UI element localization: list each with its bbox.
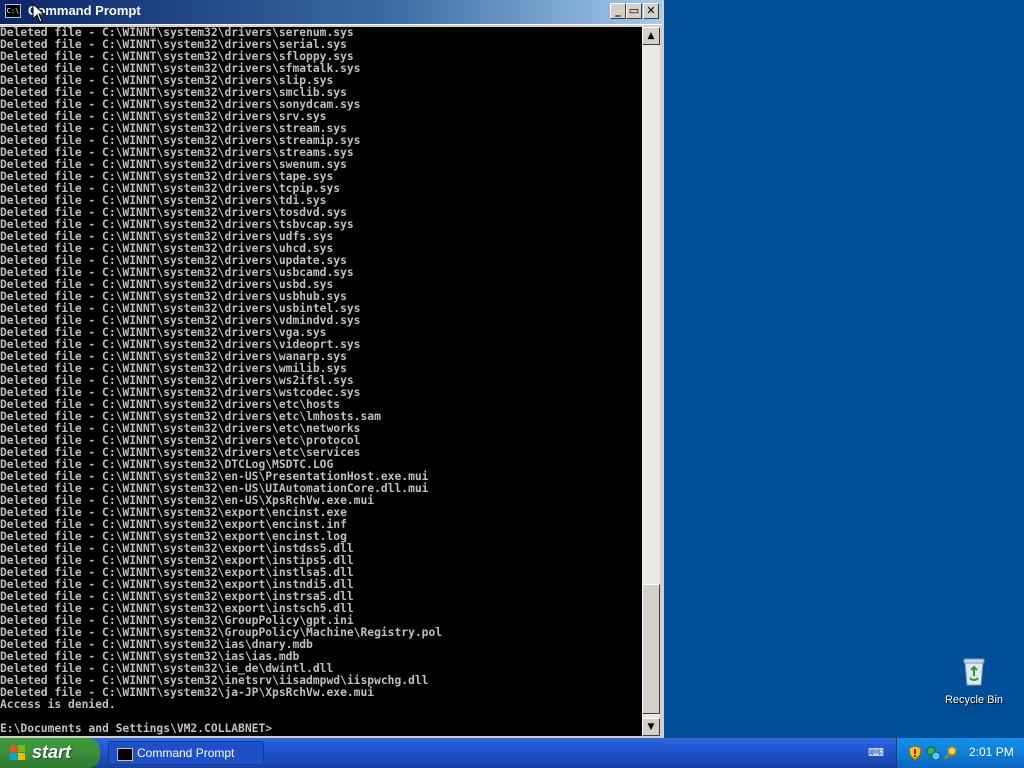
windows-logo-icon: [10, 745, 25, 760]
close-button[interactable]: ✕: [643, 3, 659, 19]
command-prompt-line[interactable]: E:\Documents and Settings\VM2.COLLABNET>: [0, 723, 642, 735]
system-tray: 2:01 PM: [896, 738, 1024, 768]
taskbar-button-command-prompt[interactable]: Command Prompt: [108, 741, 264, 765]
taskbar-button-label: Command Prompt: [137, 746, 235, 760]
vertical-scrollbar[interactable]: ▲ ▼: [642, 27, 660, 736]
minimize-button[interactable]: _: [610, 3, 626, 19]
desktop: C:\ Command Prompt _ ▭ ✕ Deleted file - …: [0, 0, 1024, 738]
console-lines: Deleted file - C:\WINNT\system32\drivers…: [0, 27, 642, 735]
mouse-cursor-icon: [32, 3, 46, 23]
command-prompt-window[interactable]: C:\ Command Prompt _ ▭ ✕ Deleted file - …: [0, 0, 664, 738]
window-title-bar[interactable]: C:\ Command Prompt _ ▭ ✕: [0, 0, 662, 25]
console-line: Access is denied.: [0, 698, 116, 711]
scroll-down-button[interactable]: ▼: [642, 718, 660, 736]
console-app-icon: [117, 748, 133, 761]
keyboard-icon[interactable]: ⌨: [868, 747, 884, 759]
scroll-thumb[interactable]: [642, 584, 660, 714]
scroll-up-button[interactable]: ▲: [642, 27, 660, 45]
recycle-bin-icon: [962, 656, 986, 686]
recycle-bin-shortcut[interactable]: Recycle Bin: [938, 656, 1010, 712]
search-icon[interactable]: [943, 745, 959, 761]
console-output[interactable]: Deleted file - C:\WINNT\system32\drivers…: [0, 27, 642, 736]
network-icon[interactable]: [925, 745, 941, 761]
start-label: start: [32, 742, 72, 762]
console-app-icon[interactable]: C:\: [5, 4, 21, 18]
taskbar: start Command Prompt ⌨ 2:01 PM: [0, 738, 1024, 768]
start-button[interactable]: start: [0, 738, 100, 768]
recycle-bin-label: Recycle Bin: [944, 694, 1004, 706]
security-shield-icon[interactable]: [907, 745, 923, 761]
maximize-button[interactable]: ▭: [626, 3, 642, 19]
system-clock[interactable]: 2:01 PM: [969, 745, 1014, 759]
